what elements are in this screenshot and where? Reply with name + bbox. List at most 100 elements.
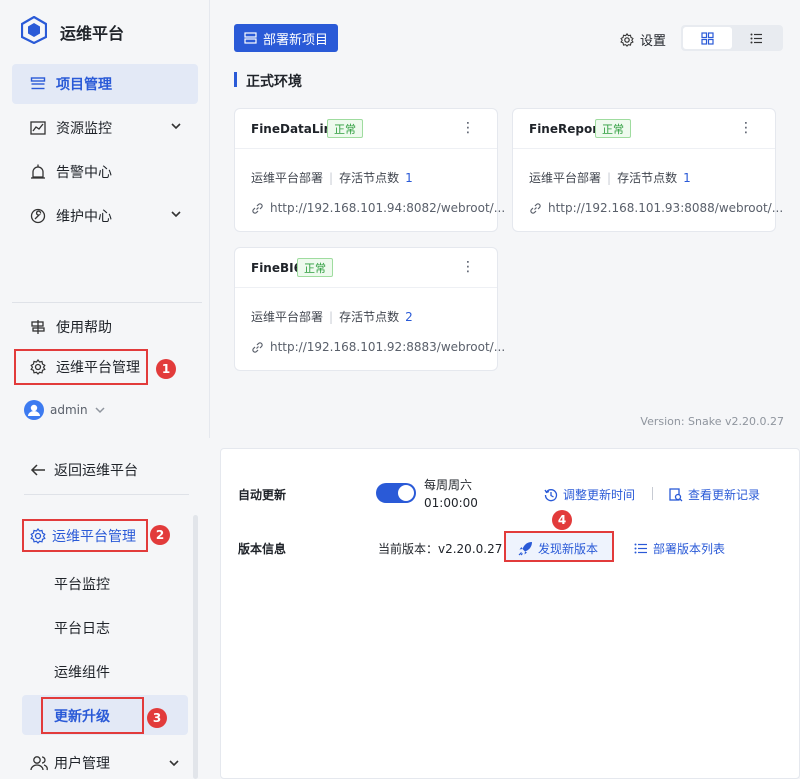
card-info: 运维平台部署 | 存活节点数 2: [251, 308, 413, 325]
project-card[interactable]: FineBI6 正常 ⋮ 运维平台部署 | 存活节点数 2 http://192.16…: [234, 247, 505, 371]
deploy-project-button[interactable]: 部署新项目: [234, 24, 338, 52]
signpost-icon: [28, 317, 48, 337]
auto-update-toggle[interactable]: [376, 483, 416, 503]
link-icon: [252, 202, 263, 214]
nodes-label: 存活节点数: [339, 171, 400, 185]
app-title: 运维平台: [60, 24, 125, 43]
sidebar-divider: [24, 494, 189, 495]
chevron-down-icon: [171, 123, 181, 130]
sidebar-item-maintenance[interactable]: 维护中心: [12, 196, 198, 236]
marker-badge: 4: [552, 510, 572, 530]
status-badge: 正常: [327, 119, 363, 138]
sidebar-item-label: 运维平台管理: [56, 360, 140, 376]
avatar: [24, 400, 44, 420]
auto-update-label: 自动更新: [238, 488, 287, 502]
section-title: 正式环境: [246, 74, 302, 90]
url-text: http://192.168.101.93:8088/webroot/...: [548, 201, 784, 215]
sidebar-item-label: 告警中心: [56, 165, 112, 181]
card-url[interactable]: http://192.168.101.92:8883/webroot/...: [251, 340, 505, 354]
more-icon[interactable]: ⋮: [739, 121, 753, 135]
adjust-time-link[interactable]: 调整更新时间: [544, 486, 635, 503]
adjust-time-label: 调整更新时间: [563, 488, 636, 502]
view-log-label: 查看更新记录: [688, 488, 761, 502]
admin-menu-title[interactable]: 运维平台管理: [30, 526, 136, 546]
admin-menu-label: 运维平台管理: [52, 529, 136, 545]
separator: |: [329, 310, 334, 324]
settings-button[interactable]: 设置: [620, 30, 666, 49]
marker-badge: 1: [156, 359, 176, 379]
sidebar-item-label: 维护中心: [56, 209, 112, 225]
rocket-icon: [518, 542, 532, 556]
user-menu[interactable]: admin: [24, 400, 106, 420]
search-doc-icon: [669, 487, 683, 501]
sidebar-item-platform-monitor[interactable]: 平台监控: [54, 574, 110, 594]
view-log-link[interactable]: 查看更新记录: [669, 486, 760, 503]
back-label: 返回运维平台: [54, 463, 138, 479]
current-version: 当前版本：v2.20.0.27: [378, 542, 503, 556]
sidebar-item-label: 资源监控: [56, 121, 112, 137]
nodes-label: 存活节点数: [339, 310, 400, 324]
wrench-icon: [28, 206, 48, 226]
deploy-type: 运维平台部署: [529, 171, 602, 185]
arrow-left-icon: [30, 464, 45, 476]
new-version-label: 发现新版本: [538, 542, 599, 556]
project-card[interactable]: FineDataLink 正常 ⋮ 运维平台部署 | 存活节点数 1 http://1…: [234, 108, 505, 232]
list-icon: [28, 74, 48, 94]
sidebar-item-users[interactable]: 用户管理: [30, 753, 180, 773]
gear-icon: [28, 357, 48, 377]
sidebar-item-label: 用户管理: [54, 756, 110, 772]
url-text: http://192.168.101.94:8082/webroot/...: [270, 201, 506, 215]
card-url[interactable]: http://192.168.101.93:8088/webroot/...: [529, 201, 783, 215]
schedule-day: 每周周六: [424, 478, 473, 492]
logo-icon: [21, 16, 47, 44]
card-info: 运维平台部署 | 存活节点数 1: [529, 169, 691, 186]
sidebar-item-platform-log[interactable]: 平台日志: [54, 618, 110, 638]
sidebar-item-platform-admin[interactable]: 运维平台管理: [12, 347, 148, 387]
users-icon: [30, 756, 48, 771]
sidebar-item-projects[interactable]: 项目管理: [12, 64, 198, 104]
sidebar-item-update[interactable]: 更新升级: [54, 706, 110, 726]
card-url[interactable]: http://192.168.101.94:8082/webroot/...: [251, 201, 505, 215]
project-name: FineBI6: [251, 261, 302, 275]
nodes-label: 存活节点数: [617, 171, 678, 185]
deploy-type: 运维平台部署: [251, 171, 324, 185]
scrollbar[interactable]: [193, 515, 198, 779]
list-icon: [634, 543, 647, 554]
sidebar-item-label: 项目管理: [56, 77, 112, 93]
sidebar-item-monitor[interactable]: 资源监控: [12, 108, 198, 148]
version-info-label: 版本信息: [238, 542, 287, 556]
sidebar-item-label: 使用帮助: [56, 320, 112, 336]
more-icon[interactable]: ⋮: [461, 121, 475, 135]
new-version-content[interactable]: 发现新版本: [518, 540, 598, 557]
deploy-list-label: 部署版本列表: [653, 542, 726, 556]
schedule-time: 01:00:00: [424, 496, 478, 510]
deploy-type: 运维平台部署: [251, 310, 324, 324]
sidebar-item-components[interactable]: 运维组件: [54, 662, 110, 682]
schedule: 每周周六 01:00:00: [424, 476, 478, 512]
gear-icon: [620, 32, 634, 47]
deploy-list-link[interactable]: 部署版本列表: [634, 540, 725, 557]
url-text: http://192.168.101.92:8883/webroot/...: [270, 340, 506, 354]
list-view-button[interactable]: [732, 27, 781, 49]
nodes-count: 1: [405, 171, 413, 185]
chevron-down-icon: [171, 211, 181, 218]
link-separator: [652, 487, 653, 500]
sidebar-item-alarm[interactable]: 告警中心: [12, 152, 198, 192]
marker-badge: 3: [147, 708, 167, 728]
chart-icon: [28, 118, 48, 138]
project-card[interactable]: FineReport 正常 ⋮ 运维平台部署 | 存活节点数 1 http://192…: [512, 108, 783, 232]
list-icon: [750, 33, 762, 43]
sidebar-item-help[interactable]: 使用帮助: [12, 307, 198, 347]
marker-badge: 2: [150, 525, 170, 545]
grid-view-button[interactable]: [683, 27, 732, 49]
section-marker: [234, 72, 237, 87]
status-badge: 正常: [595, 119, 631, 138]
more-icon[interactable]: ⋮: [461, 260, 475, 274]
card-header: FineDataLink 正常 ⋮: [235, 109, 497, 149]
project-name: FineReport: [529, 122, 604, 136]
separator: |: [607, 171, 612, 185]
back-link[interactable]: 返回运维平台: [30, 460, 138, 480]
sidebar-divider: [12, 302, 202, 303]
deploy-label: 部署新项目: [262, 32, 328, 48]
settings-label: 设置: [640, 34, 667, 49]
